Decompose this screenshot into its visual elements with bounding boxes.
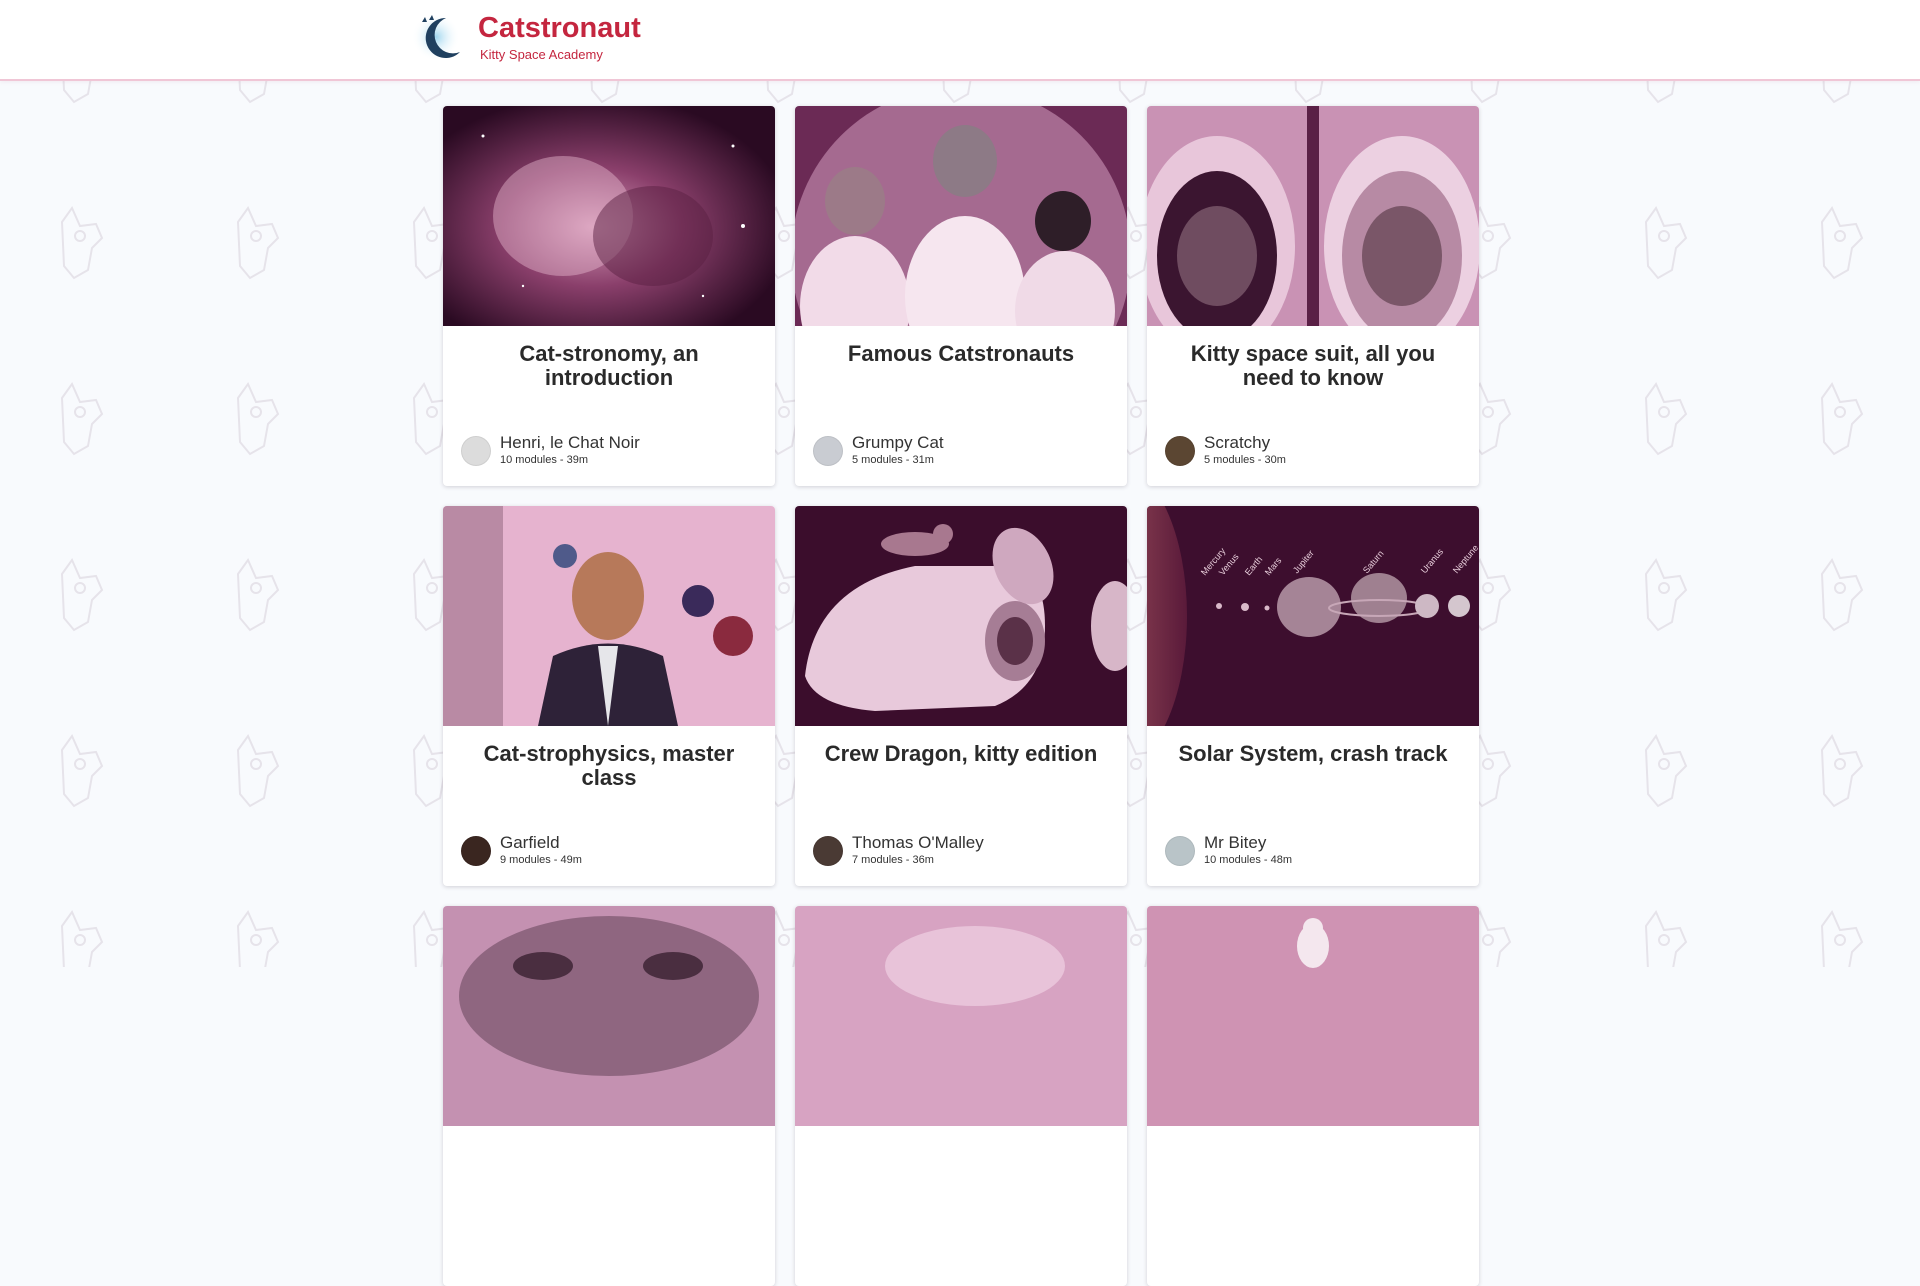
track-card[interactable]: Crew Dragon, kitty edition Thomas O'Mall… — [795, 506, 1127, 886]
brand-subtitle: Kitty Space Academy — [480, 47, 603, 62]
avatar — [813, 835, 843, 866]
pink-blur-image — [795, 906, 1127, 1126]
track-thumbnail — [443, 506, 775, 726]
track-meta: 7 modules - 36m — [852, 854, 934, 866]
author-name: Scratchy — [1204, 433, 1271, 452]
brand-title[interactable]: Catstronaut — [478, 14, 641, 43]
top-nav-bar: Catstronaut Kitty Space Academy — [0, 0, 1920, 81]
author-info: Scratchy 5 modules - 30m — [1165, 434, 1286, 467]
capsule-cat-image — [795, 506, 1127, 726]
suit-cat-planets-image — [443, 506, 775, 726]
track-grid: Cat-stronomy, an introduction Henri, le … — [443, 106, 1479, 1286]
track-meta: 5 modules - 31m — [852, 454, 934, 466]
author-name: Mr Bitey — [1204, 833, 1267, 852]
avatar — [813, 435, 843, 466]
track-title: Kitty space suit, all you need to know — [1190, 341, 1436, 390]
astronaut-cats-image — [795, 106, 1127, 326]
track-thumbnail: Mercury Venus Earth Mars Jupiter Saturn … — [1147, 506, 1479, 726]
author-info: Grumpy Cat 5 modules - 31m — [813, 434, 944, 467]
avatar — [1165, 435, 1195, 466]
author-info: Garfield 9 modules - 49m — [461, 834, 582, 867]
track-card[interactable]: Cat-strophysics, master class Garfield 9… — [443, 506, 775, 886]
track-card[interactable] — [443, 906, 775, 1286]
track-title: Cat-stronomy, an introduction — [519, 341, 699, 390]
cat-planets-row-image: Mercury Venus Earth Mars Jupiter Saturn … — [1147, 506, 1479, 726]
track-card[interactable] — [795, 906, 1127, 1286]
author-name: Henri, le Chat Noir — [500, 433, 640, 452]
author-name: Grumpy Cat — [852, 433, 944, 452]
track-thumbnail — [795, 506, 1127, 726]
track-card[interactable]: Cat-stronomy, an introduction Henri, le … — [443, 106, 775, 486]
avatar — [461, 435, 491, 466]
author-info: Thomas O'Malley 7 modules - 36m — [813, 834, 984, 867]
track-meta: 9 modules - 49m — [500, 854, 582, 866]
avatar — [1165, 835, 1195, 866]
track-card[interactable]: Famous Catstronauts Grumpy Cat 5 modules… — [795, 106, 1127, 486]
track-title: Famous Catstronauts — [847, 341, 1075, 366]
track-thumbnail — [443, 906, 775, 1126]
track-thumbnail — [1147, 906, 1479, 1126]
moon-cat-icon[interactable] — [410, 12, 470, 62]
track-thumbnail — [443, 106, 775, 326]
author-name: Thomas O'Malley — [852, 833, 984, 852]
track-thumbnail — [1147, 106, 1479, 326]
white-cat-pink-image — [1147, 906, 1479, 1126]
track-card[interactable]: Kitty space suit, all you need to know S… — [1147, 106, 1479, 486]
track-thumbnail — [795, 906, 1127, 1126]
author-info: Henri, le Chat Noir 10 modules - 39m — [461, 434, 640, 467]
track-card[interactable]: Mercury Venus Earth Mars Jupiter Saturn … — [1147, 506, 1479, 886]
nebula-cat-image — [443, 106, 775, 326]
author-info: Mr Bitey 10 modules - 48m — [1165, 834, 1292, 867]
track-title: Solar System, crash track — [1178, 741, 1448, 766]
track-thumbnail — [795, 106, 1127, 326]
track-title: Crew Dragon, kitty edition — [824, 741, 1098, 766]
helmet-cats-image — [1147, 106, 1479, 326]
track-meta: 10 modules - 39m — [500, 454, 589, 466]
track-title: Cat-strophysics, master class — [483, 741, 735, 790]
track-meta: 5 modules - 30m — [1204, 454, 1286, 466]
track-meta: 10 modules - 48m — [1204, 854, 1293, 866]
author-name: Garfield — [500, 833, 560, 852]
track-card[interactable] — [1147, 906, 1479, 1286]
tabby-closeup-image — [443, 906, 775, 1126]
avatar — [461, 835, 491, 866]
